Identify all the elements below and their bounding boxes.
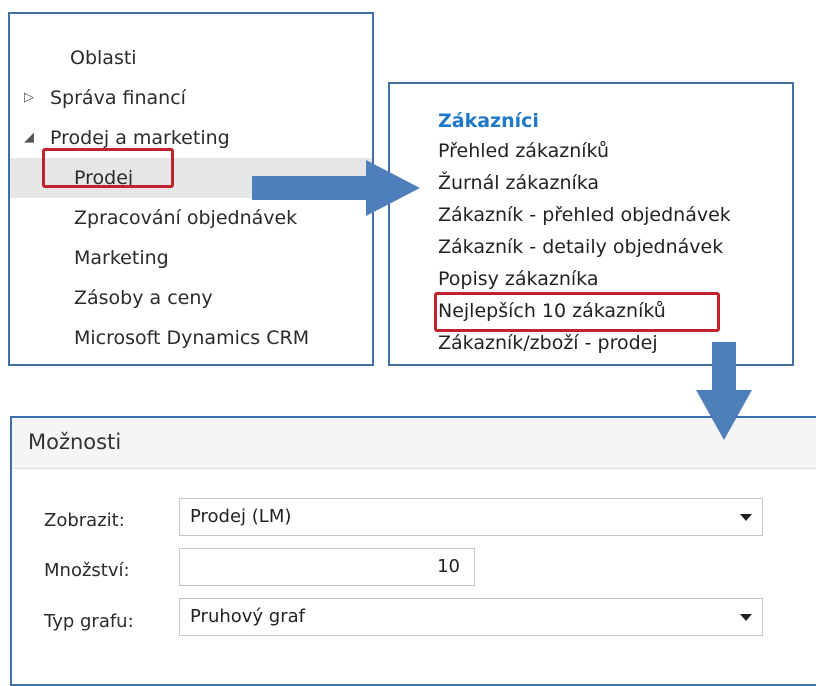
reports-list-pane: Zákazníci Přehled zákazníků Žurnál zákaz…	[388, 82, 794, 366]
reports-group-title: Zákazníci	[438, 110, 539, 132]
show-select[interactable]: Prodej (LM)	[179, 498, 763, 536]
report-item[interactable]: Zákazník/zboží - prodej	[438, 328, 658, 358]
nav-item-microsoft-dynamics-crm[interactable]: Microsoft Dynamics CRM	[10, 318, 372, 358]
nav-item-sprava-financi[interactable]: ▷ Správa financí	[10, 78, 372, 118]
chart-type-select[interactable]: Pruhový graf	[179, 598, 763, 636]
report-item[interactable]: Žurnál zákazníka	[438, 168, 599, 198]
nav-item-marketing[interactable]: Marketing	[10, 238, 372, 278]
navigation-pane: Oblasti ▷ Správa financí ◢ Prodej a mark…	[8, 12, 374, 366]
quantity-input[interactable]: 10	[179, 548, 475, 586]
chart-type-value: Pruhový graf	[190, 606, 305, 627]
nav-item-label: Zpracování objednávek	[74, 207, 298, 229]
nav-item-label: Správa financí	[50, 87, 186, 109]
expand-arrow-icon[interactable]: ▷	[24, 78, 34, 118]
nav-item-zasoby-a-ceny[interactable]: Zásoby a ceny	[10, 278, 372, 318]
report-item[interactable]: Přehled zákazníků	[438, 136, 609, 166]
quantity-label: Množství:	[44, 560, 130, 581]
collapse-arrow-icon[interactable]: ◢	[24, 118, 34, 158]
report-item[interactable]: Zákazník - přehled objednávek	[438, 200, 731, 230]
show-label: Zobrazit:	[44, 510, 125, 531]
show-value: Prodej (LM)	[190, 506, 292, 527]
highlight-box-top-10	[434, 292, 720, 332]
nav-item-label: Zásoby a ceny	[74, 287, 213, 309]
dropdown-arrow-icon[interactable]	[740, 514, 752, 521]
nav-item-label: Microsoft Dynamics CRM	[74, 327, 310, 349]
nav-item-zpracovani-objednavek[interactable]: Zpracování objednávek	[10, 198, 372, 238]
report-item[interactable]: Zákazník - detaily objednávek	[438, 232, 723, 262]
chart-type-label: Typ grafu:	[44, 611, 134, 632]
options-title: Možnosti	[28, 430, 122, 454]
nav-item-oblasti[interactable]: Oblasti	[10, 38, 372, 78]
nav-item-label: Oblasti	[70, 47, 137, 69]
options-header: Možnosti	[12, 418, 816, 469]
dropdown-arrow-icon[interactable]	[740, 614, 752, 621]
report-item[interactable]: Popisy zákazníka	[438, 264, 598, 294]
nav-item-label: Marketing	[74, 247, 169, 269]
highlight-box-prodej	[42, 148, 174, 188]
quantity-value: 10	[437, 556, 460, 577]
options-dialog: Možnosti Zobrazit: Prodej (LM) Množství:…	[10, 416, 816, 686]
